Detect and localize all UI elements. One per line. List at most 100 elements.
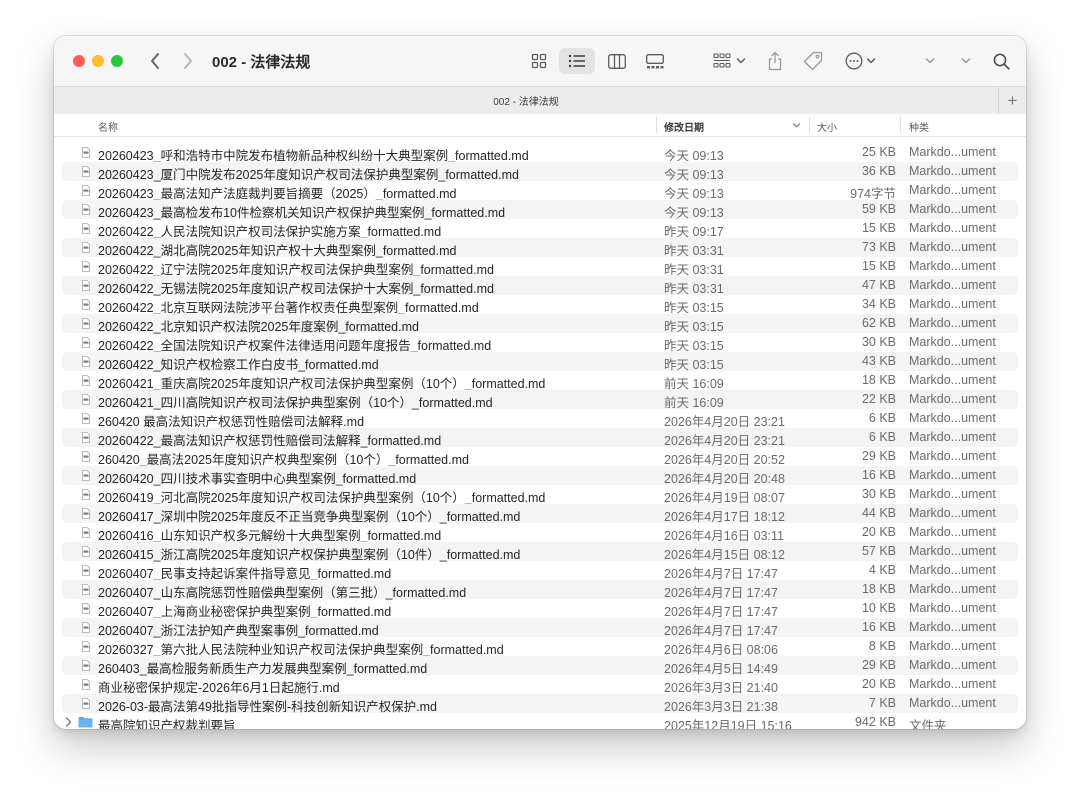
markdown-file-icon — [82, 451, 90, 462]
file-kind: Markdo...ument — [909, 506, 996, 520]
markdown-file-icon — [82, 565, 90, 576]
forward-button[interactable] — [175, 48, 201, 74]
tag-button[interactable] — [799, 48, 827, 74]
file-row[interactable]: 20260415_浙江高院2025年度知识产权保护典型案例（10件）_forma… — [62, 542, 1018, 562]
file-row[interactable]: 20260423_最高检发布10件检察机关知识产权保护典型案例_formatte… — [62, 200, 1018, 220]
search-button[interactable] — [989, 48, 1013, 74]
file-kind: Markdo...ument — [909, 601, 996, 615]
markdown-file-icon — [82, 698, 90, 709]
icon-view-button[interactable] — [524, 48, 554, 74]
file-row[interactable]: 20260422_全国法院知识产权案件法律适用问题年度报告_formatted.… — [54, 333, 1026, 353]
file-kind: Markdo...ument — [909, 582, 996, 596]
column-header-kind[interactable]: 种类 — [909, 119, 929, 134]
tab-current[interactable]: 002 - 法律法规 — [54, 93, 998, 108]
toolbar: 002 - 法律法规 — [54, 36, 1026, 86]
share-button[interactable] — [762, 48, 788, 74]
file-row[interactable]: 20260423_厦门中院发布2025年度知识产权司法保护典型案例_format… — [62, 162, 1018, 182]
folder-row[interactable]: 最高院知识产权裁判要旨 2025年12月19日 15:16 942 KB 文件夹 — [54, 713, 1026, 729]
markdown-file-icon — [82, 299, 90, 310]
markdown-file-icon — [82, 489, 90, 500]
file-row[interactable]: 20260419_河北高院2025年度知识产权司法保护典型案例（10个）_for… — [54, 485, 1026, 505]
column-header-size[interactable]: 大小 — [817, 119, 837, 134]
markdown-file-icon — [82, 375, 90, 386]
columns-icon — [608, 53, 626, 69]
file-row[interactable]: 20260407_浙江法护知产典型案事例_formatted.md 2026年4月… — [62, 618, 1018, 638]
file-size: 6 KB — [868, 411, 896, 425]
markdown-file-icon — [82, 622, 90, 633]
file-row[interactable]: 20260423_最高法知产法庭裁判要旨摘要（2025）_formatted.m… — [54, 181, 1026, 201]
column-header-date[interactable]: 修改日期 — [664, 119, 704, 134]
chevron-left-icon — [151, 53, 159, 69]
file-row[interactable]: 20260423_呼和浩特市中院发布植物新品种权纠纷十大典型案例_formatt… — [54, 143, 1026, 163]
file-kind: Markdo...ument — [909, 221, 996, 235]
file-size: 16 KB — [861, 468, 896, 482]
markdown-file-icon — [82, 603, 90, 614]
file-size: 30 KB — [861, 487, 896, 501]
grid-icon — [531, 53, 547, 69]
file-row[interactable]: 260403_最高检服务新质生产力发展典型案例_formatted.md 2026… — [62, 656, 1018, 676]
file-row[interactable]: 20260421_四川高院知识产权司法保护典型案例（10个）_formatted… — [62, 390, 1018, 410]
file-row[interactable]: 20260422_知识产权检察工作白皮书_formatted.md 昨天 03:1… — [62, 352, 1018, 372]
file-kind: Markdo...ument — [909, 297, 996, 311]
file-kind: Markdo...ument — [909, 316, 996, 330]
file-row[interactable]: 20260422_无锡法院2025年度知识产权司法保护十大案例_formatte… — [62, 276, 1018, 296]
column-header-row: 名称 修改日期 大小 种类 — [54, 114, 1026, 137]
back-button[interactable] — [142, 48, 168, 74]
toolbar-overflow-button-2[interactable] — [956, 48, 976, 74]
column-header-name[interactable]: 名称 — [98, 119, 118, 134]
more-actions-button[interactable] — [840, 48, 880, 74]
window-title: 002 - 法律法规 — [212, 54, 311, 71]
column-divider[interactable] — [809, 117, 810, 133]
file-size: 18 KB — [861, 582, 896, 596]
file-row[interactable]: 2026-03-最高法第49批指导性案例-科技创新知识产权保护.md 2026年3… — [62, 694, 1018, 714]
new-tab-button[interactable]: + — [998, 87, 1026, 114]
disclosure-triangle-icon[interactable] — [65, 716, 72, 728]
file-size: 47 KB — [861, 278, 896, 292]
file-size: 29 KB — [861, 449, 896, 463]
close-button[interactable] — [73, 55, 85, 67]
file-size: 62 KB — [861, 316, 896, 330]
markdown-file-icon — [82, 470, 90, 481]
file-kind: Markdo...ument — [909, 373, 996, 387]
file-row[interactable]: 20260407_山东高院惩罚性赔偿典型案例（第三批）_formatted.md… — [62, 580, 1018, 600]
file-row[interactable]: 20260422_最高法知识产权惩罚性赔偿司法解释_formatted.md 20… — [62, 428, 1018, 448]
file-kind: Markdo...ument — [909, 240, 996, 254]
column-divider[interactable] — [656, 117, 657, 133]
minimize-button[interactable] — [92, 55, 104, 67]
file-row[interactable]: 260420 最高法知识产权惩罚性赔偿司法解释.md 2026年4月20日 23:… — [54, 409, 1026, 429]
file-row[interactable]: 20260327_第六批人民法院种业知识产权司法保护典型案例_formatted… — [54, 637, 1026, 657]
file-row[interactable]: 20260421_重庆高院2025年度知识产权司法保护典型案例（10个）_for… — [54, 371, 1026, 391]
file-row[interactable]: 20260422_北京互联网法院涉平台著作权责任典型案例_formatted.m… — [54, 295, 1026, 315]
file-kind: Markdo...ument — [909, 430, 996, 444]
file-row[interactable]: 20260417_深圳中院2025年度反不正当竞争典型案例（10个）_forma… — [62, 504, 1018, 524]
file-row[interactable]: 商业秘密保护规定-2026年6月1日起施行.md 2026年3月3日 21:40 2… — [54, 675, 1026, 695]
file-kind: Markdo...ument — [909, 392, 996, 406]
file-row[interactable]: 20260420_四川技术事实查明中心典型案例_formatted.md 2026… — [62, 466, 1018, 486]
sort-chevron-down-icon[interactable] — [792, 122, 801, 129]
list-view-button[interactable] — [559, 48, 595, 74]
gallery-icon — [646, 53, 664, 68]
toolbar-overflow-button[interactable] — [920, 48, 940, 74]
file-row[interactable]: 20260422_湖北高院2025年知识产权十大典型案例_formatted.m… — [62, 238, 1018, 258]
maximize-button[interactable] — [111, 55, 123, 67]
markdown-file-icon — [82, 394, 90, 405]
file-size: 36 KB — [861, 164, 896, 178]
column-view-button[interactable] — [602, 48, 632, 74]
file-row[interactable]: 20260422_北京知识产权法院2025年度案例_formatted.md 昨天… — [62, 314, 1018, 334]
search-icon — [993, 53, 1010, 70]
gallery-view-button[interactable] — [640, 48, 670, 74]
group-by-button[interactable] — [709, 48, 749, 74]
markdown-file-icon — [82, 641, 90, 652]
file-row[interactable]: 20260422_辽宁法院2025年度知识产权司法保护典型案例_formatte… — [54, 257, 1026, 277]
column-divider[interactable] — [900, 117, 901, 133]
file-kind: Markdo...ument — [909, 278, 996, 292]
file-row[interactable]: 20260407_上海商业秘密保护典型案例_formatted.md 2026年4… — [54, 599, 1026, 619]
file-row[interactable]: 20260407_民事支持起诉案件指导意见_formatted.md 2026年4… — [54, 561, 1026, 581]
file-row[interactable]: 260420_最高法2025年度知识产权典型案例（10个）_formatted.… — [54, 447, 1026, 467]
markdown-file-icon — [82, 337, 90, 348]
file-size: 34 KB — [861, 297, 896, 311]
markdown-file-icon — [82, 432, 90, 443]
file-row[interactable]: 20260422_人民法院知识产权司法保护实施方案_formatted.md 昨天… — [54, 219, 1026, 239]
markdown-file-icon — [82, 280, 90, 291]
file-row[interactable]: 20260416_山东知识产权多元解纷十大典型案例_formatted.md 20… — [54, 523, 1026, 543]
